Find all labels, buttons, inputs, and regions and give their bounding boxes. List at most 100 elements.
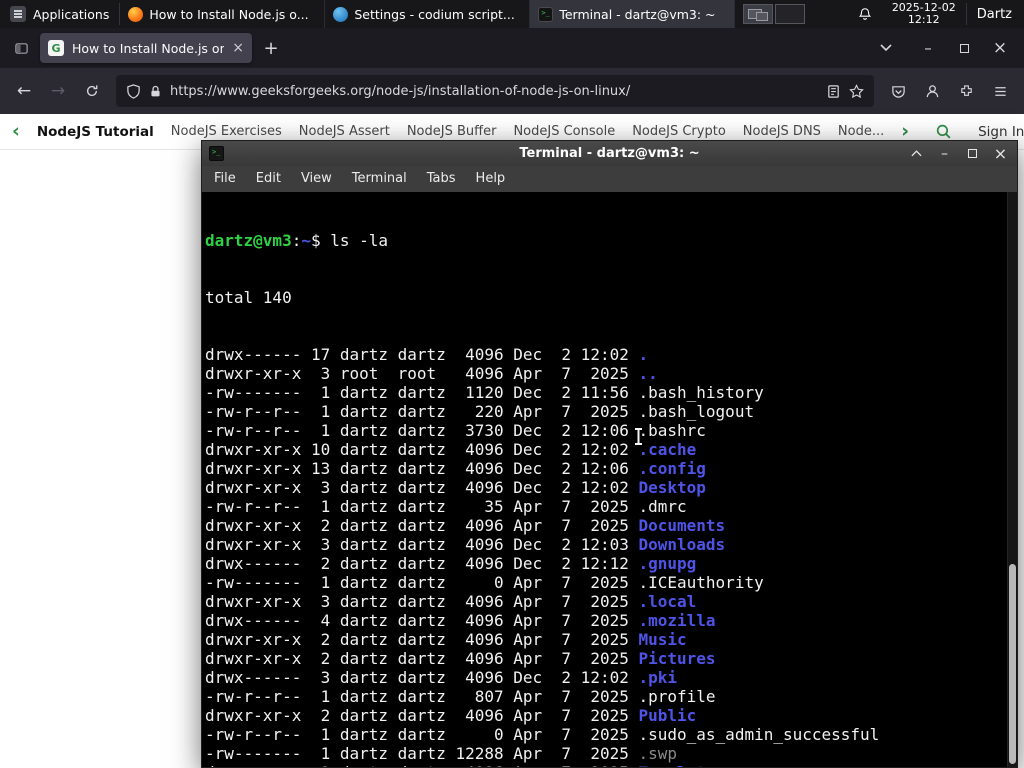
shade-button[interactable]: [907, 144, 926, 163]
tab-close-icon[interactable]: ×: [232, 41, 244, 55]
ls-row: -rw------- 1 dartz dartz 0 Apr 7 2025 .I…: [205, 573, 764, 592]
tab-active[interactable]: G How to Install Node.js on... ×: [40, 33, 252, 63]
subnav-item[interactable]: NodeJS Exercises: [171, 124, 282, 139]
applications-icon: [10, 6, 26, 22]
ls-row: -rw-r--r-- 1 dartz dartz 35 Apr 7 2025 .…: [205, 497, 687, 516]
subnav-item[interactable]: NodeJS DNS: [743, 124, 821, 139]
pocket-button[interactable]: [882, 75, 914, 107]
notifications-button[interactable]: [848, 0, 882, 28]
page-favicon: G: [48, 40, 64, 56]
forward-button[interactable]: →: [42, 75, 74, 107]
puzzle-icon: [959, 84, 974, 99]
clock[interactable]: 2025-12-02 12:12: [882, 0, 966, 28]
terminal-app-icon: [209, 146, 224, 161]
ls-row: -rw-r--r-- 1 dartz dartz 0 Apr 7 2025 .s…: [205, 725, 880, 744]
bell-icon: [858, 7, 872, 21]
subnav-item[interactable]: Node...: [838, 124, 884, 139]
taskbar-window-firefox[interactable]: How to Install Node.js o...: [120, 0, 326, 28]
new-tab-button[interactable]: +: [258, 35, 284, 61]
sign-in-button[interactable]: Sign In: [978, 124, 1024, 140]
scroll-right-icon[interactable]: ›: [901, 122, 909, 141]
terminal-scrollbar[interactable]: [1007, 192, 1017, 767]
clock-time: 12:12: [907, 13, 940, 26]
terminal-content[interactable]: dartz@vm3:~$ ls -la total 140 drwx------…: [202, 192, 1017, 767]
maximize-button[interactable]: [948, 34, 980, 62]
menu-edit[interactable]: Edit: [246, 166, 291, 192]
bookmark-star-icon[interactable]: [849, 83, 864, 99]
account-button[interactable]: [916, 75, 948, 107]
subnav-item[interactable]: NodeJS Crypto: [632, 124, 726, 139]
prompt-user-host: dartz@vm3: [205, 231, 292, 250]
scroll-left-icon[interactable]: ‹: [12, 122, 20, 141]
taskbar-window-title: How to Install Node.js o...: [149, 6, 309, 22]
taskbar-window-title: Settings - codium script...: [354, 6, 515, 22]
menu-tabs[interactable]: Tabs: [417, 166, 466, 192]
menu-help[interactable]: Help: [466, 166, 516, 192]
prompt-separator: :: [291, 231, 302, 250]
url-bar[interactable]: https://www.geeksforgeeks.org/node-js/in…: [116, 75, 874, 107]
maximize-icon: [968, 149, 977, 158]
subnav-item-active[interactable]: NodeJS Tutorial: [37, 124, 154, 140]
codium-icon: [333, 6, 349, 22]
terminal-titlebar[interactable]: Terminal - dartz@vm3: ~ – ×: [202, 141, 1017, 166]
maximize-icon: [959, 43, 969, 53]
ls-row: drwxr-xr-x 3 dartz dartz 4096 Apr 7 2025…: [205, 592, 697, 611]
list-tabs-button[interactable]: [872, 35, 900, 61]
lock-icon[interactable]: [149, 85, 162, 98]
scrollbar-thumb[interactable]: [1009, 564, 1016, 764]
search-icon[interactable]: [935, 123, 952, 140]
chevron-down-icon: [880, 44, 892, 52]
extensions-button[interactable]: [950, 75, 982, 107]
total-line: total 140: [205, 288, 292, 307]
taskbar-window-title: Terminal - dartz@vm3: ~: [559, 6, 716, 22]
pocket-icon: [891, 84, 906, 99]
user-menu[interactable]: Dartz: [967, 0, 1024, 28]
terminal-maximize-button[interactable]: [963, 144, 982, 163]
browser-window-controls: – ×: [912, 34, 1016, 62]
firefox-view-icon: [14, 41, 29, 56]
terminal-window: Terminal - dartz@vm3: ~ – × File Edit Vi…: [201, 140, 1018, 768]
menu-terminal[interactable]: Terminal: [342, 166, 417, 192]
ls-row: drwxr-xr-x 2 dartz dartz 4096 Apr 7 2025…: [205, 649, 716, 668]
terminal-minimize-button[interactable]: –: [935, 144, 954, 163]
applications-menu[interactable]: Applications: [0, 0, 119, 28]
workspace-1[interactable]: [743, 4, 774, 24]
menu-view[interactable]: View: [291, 166, 342, 192]
reader-mode-icon[interactable]: [826, 84, 841, 99]
menu-button[interactable]: [984, 75, 1016, 107]
ls-row: drwxr-xr-x 3 dartz dartz 4096 Dec 2 12:0…: [205, 478, 706, 497]
mini-window: [756, 12, 769, 21]
terminal-listing: drwx------ 17 dartz dartz 4096 Dec 2 12:…: [205, 345, 1017, 767]
close-button[interactable]: ×: [984, 34, 1016, 62]
subnav-item[interactable]: NodeJS Assert: [299, 124, 390, 139]
ls-row: drwx------ 4 dartz dartz 4096 Apr 7 2025…: [205, 611, 716, 630]
subnav-item[interactable]: NodeJS Console: [513, 124, 615, 139]
taskbar-window-codium[interactable]: Settings - codium script...: [325, 0, 531, 28]
workspace-2[interactable]: [775, 4, 806, 24]
taskbar-window-terminal[interactable]: Terminal - dartz@vm3: ~: [530, 0, 736, 28]
tracking-shield-icon[interactable]: [126, 83, 141, 99]
reload-button[interactable]: [76, 75, 108, 107]
ls-row: -rw------- 1 dartz dartz 1120 Dec 2 11:5…: [205, 383, 764, 402]
menu-file[interactable]: File: [204, 166, 246, 192]
terminal-close-button[interactable]: ×: [991, 144, 1010, 163]
subnav-right-cluster: › Sign In: [901, 122, 1024, 141]
firefox-icon: [128, 6, 144, 22]
firefox-view-button[interactable]: [8, 35, 34, 61]
ls-row: drwx------ 17 dartz dartz 4096 Dec 2 12:…: [205, 345, 649, 364]
back-button[interactable]: ←: [8, 75, 40, 107]
minimize-button[interactable]: –: [912, 34, 944, 62]
terminal-title: Terminal - dartz@vm3: ~: [519, 146, 700, 161]
ls-row: -rw-r--r-- 1 dartz dartz 807 Apr 7 2025 …: [205, 687, 716, 706]
ls-row: drwxr-xr-x 3 root root 4096 Apr 7 2025 .…: [205, 364, 658, 383]
ls-row: drwxr-xr-x 2 dartz dartz 4096 Apr 7 2025…: [205, 706, 697, 725]
tab-title: How to Install Node.js on...: [72, 40, 225, 56]
ls-row: drwxr-xr-x 2 dartz dartz 4096 Apr 7 2025…: [205, 763, 1017, 767]
navigation-toolbar: ← → https://www.geeksforgeeks.org/node-j…: [0, 68, 1024, 114]
url-text: https://www.geeksforgeeks.org/node-js/in…: [170, 83, 631, 99]
subnav-item[interactable]: NodeJS Buffer: [407, 124, 497, 139]
workspace-switcher[interactable]: [743, 4, 806, 24]
account-icon: [925, 84, 940, 99]
ls-row: -rw-r--r-- 1 dartz dartz 3730 Dec 2 12:0…: [205, 421, 706, 440]
ls-row: drwxr-xr-x 3 dartz dartz 4096 Dec 2 12:0…: [205, 535, 726, 554]
